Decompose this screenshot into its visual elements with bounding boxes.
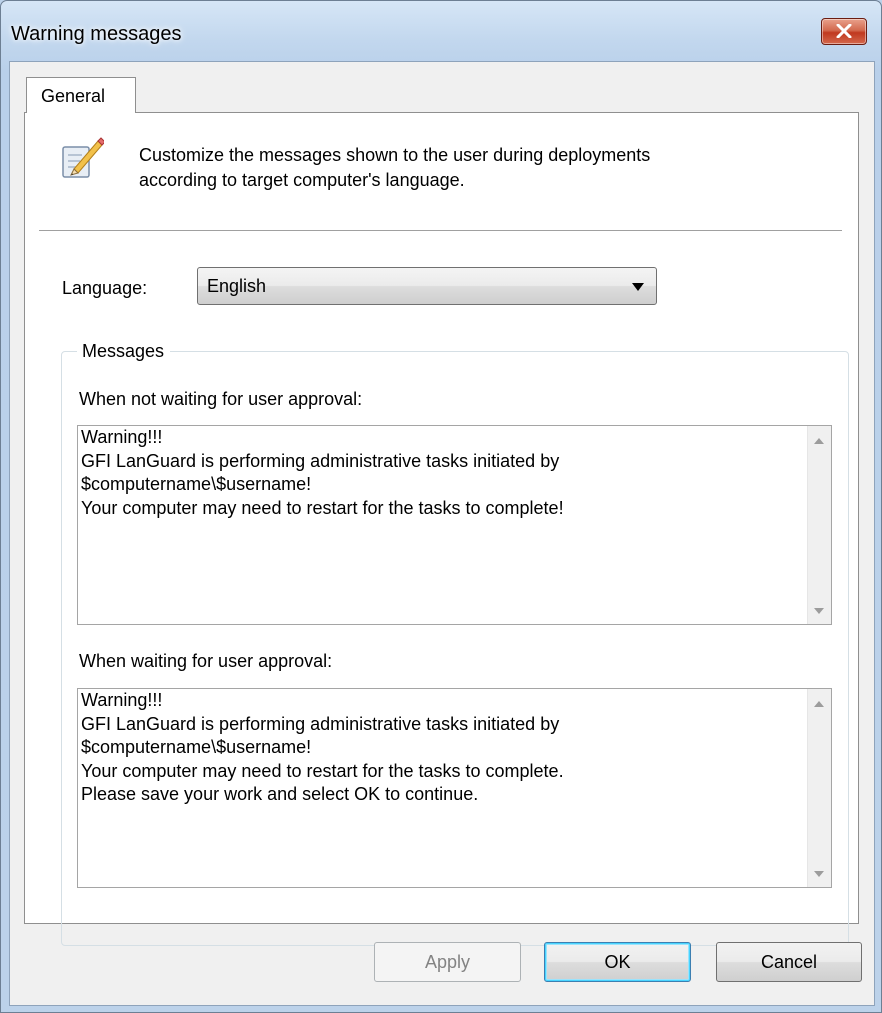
messages-group-title: Messages <box>77 339 171 363</box>
not-waiting-scrollbar[interactable] <box>807 426 831 624</box>
close-icon <box>836 24 852 38</box>
language-label: Language: <box>62 278 148 298</box>
waiting-scrollbar[interactable] <box>807 689 831 887</box>
header-description: Customize the messages shown to the user… <box>139 143 650 193</box>
waiting-message-textarea[interactable]: Warning!!! GFI LanGuard is performing ad… <box>77 688 832 888</box>
dialog-window: Warning messages General Customize the m… <box>0 0 882 1013</box>
cancel-button[interactable]: Cancel <box>716 942 862 982</box>
scroll-up-icon[interactable] <box>814 438 824 444</box>
close-button[interactable] <box>821 18 867 45</box>
scroll-down-icon[interactable] <box>814 608 824 614</box>
dropdown-arrow-icon[interactable] <box>632 283 644 291</box>
dialog-client-area: General Customize the messages shown to … <box>9 61 875 1006</box>
title-bar[interactable]: Warning messages <box>1 1 881 61</box>
tab-general[interactable]: General <box>26 77 136 113</box>
not-waiting-message-textarea[interactable]: Warning!!! GFI LanGuard is performing ad… <box>77 425 832 625</box>
language-select[interactable]: English <box>197 267 657 305</box>
not-waiting-message-text: Warning!!! GFI LanGuard is performing ad… <box>81 427 564 518</box>
scroll-up-icon[interactable] <box>814 701 824 707</box>
apply-button[interactable]: Apply <box>374 942 521 982</box>
waiting-message-text: Warning!!! GFI LanGuard is performing ad… <box>81 690 564 804</box>
header-separator <box>39 230 842 231</box>
ok-button[interactable]: OK <box>544 942 691 982</box>
tab-page-general: Customize the messages shown to the user… <box>24 112 859 946</box>
pencil-edit-icon <box>62 137 104 178</box>
scroll-down-icon[interactable] <box>814 871 824 877</box>
tab-general-label: General <box>41 86 106 106</box>
language-selected-value: English <box>207 276 267 296</box>
description-line-1: Customize the messages shown to the user… <box>139 145 651 165</box>
not-waiting-label: When not waiting for user approval: <box>79 389 363 409</box>
window-title: Warning messages <box>11 23 182 45</box>
waiting-label: When waiting for user approval: <box>79 651 333 671</box>
description-line-2: according to target computer's language. <box>139 170 465 190</box>
